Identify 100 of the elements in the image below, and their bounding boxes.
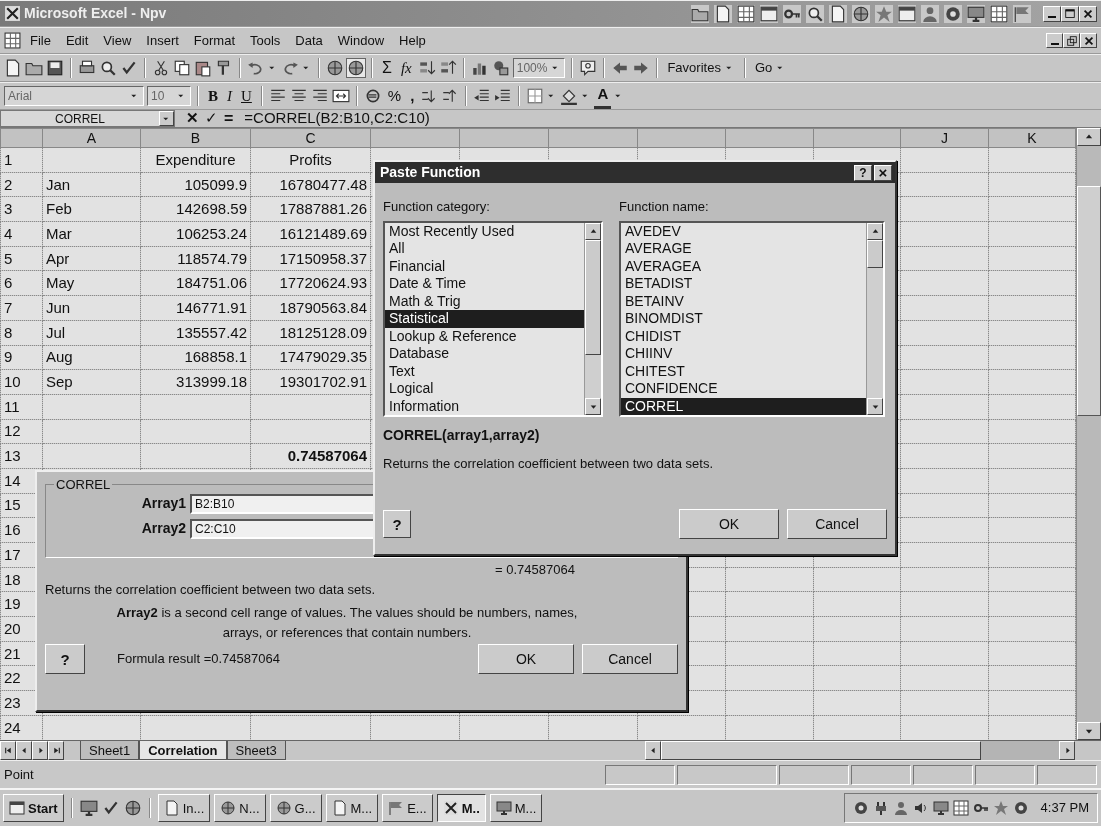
sort-descending-icon[interactable]	[438, 59, 457, 77]
scrollbar-thumb[interactable]	[867, 239, 883, 268]
window-icon[interactable]	[760, 4, 778, 23]
function-item[interactable]: CHITEST	[621, 362, 866, 380]
sort-ascending-icon[interactable]	[417, 59, 436, 77]
menu-item[interactable]: Tools	[244, 29, 287, 52]
disc-icon[interactable]	[1012, 800, 1029, 816]
new-document-icon[interactable]	[4, 59, 22, 77]
category-item[interactable]: Financial	[385, 257, 584, 275]
sum-button[interactable]: Σ	[379, 56, 395, 80]
function-item[interactable]: AVERAGEA	[621, 257, 866, 275]
taskbar-button[interactable]: M..	[436, 794, 486, 822]
italic-button[interactable]: I	[224, 84, 235, 108]
desktop-icon[interactable]	[79, 799, 98, 817]
scrollbar-thumb[interactable]	[661, 741, 981, 760]
grid-icon[interactable]	[990, 4, 1008, 23]
category-item[interactable]: Database	[385, 345, 584, 363]
next-sheet-button[interactable]	[32, 741, 48, 760]
last-sheet-button[interactable]	[48, 741, 64, 760]
document-icon[interactable]	[714, 4, 732, 23]
menu-item[interactable]: Insert	[140, 29, 185, 52]
row-header[interactable]: 6	[0, 270, 43, 296]
disc-icon[interactable]	[944, 4, 962, 23]
sheet-tab[interactable]: Sheet3	[226, 741, 286, 760]
function-item[interactable]: CHIINV	[621, 345, 866, 363]
help-button[interactable]: ?	[854, 164, 872, 181]
function-item[interactable]: CHIDIST	[621, 327, 866, 345]
favorites-menu[interactable]: Favorites	[664, 58, 738, 78]
horizontal-scrollbar[interactable]	[645, 741, 1075, 760]
close-button[interactable]	[1079, 5, 1097, 22]
go-menu[interactable]: Go	[751, 58, 790, 78]
magnifier-icon[interactable]	[806, 4, 824, 23]
menu-item[interactable]: View	[97, 29, 138, 52]
row-header[interactable]: 24	[0, 715, 43, 740]
scrollbar-thumb[interactable]	[585, 239, 601, 355]
scroll-left-button[interactable]	[645, 741, 661, 760]
function-button[interactable]: fx	[397, 56, 415, 80]
category-item[interactable]: Statistical	[385, 310, 584, 328]
speaker-icon[interactable]	[912, 800, 929, 816]
comma-button[interactable]: ,	[407, 84, 418, 108]
undo-icon[interactable]	[247, 59, 265, 77]
cancel-button[interactable]: Cancel	[787, 509, 887, 539]
flag-icon[interactable]	[1013, 4, 1031, 23]
clipboard-icon[interactable]	[194, 59, 212, 77]
workbook-icon[interactable]	[4, 32, 21, 49]
cancel-button[interactable]: Cancel	[582, 644, 678, 674]
function-item[interactable]: BINOMDIST	[621, 310, 866, 328]
redo-icon[interactable]	[281, 59, 299, 77]
category-item[interactable]: Lookup & Reference	[385, 327, 584, 345]
category-item[interactable]: Text	[385, 362, 584, 380]
borders-icon[interactable]	[526, 87, 545, 105]
column-header[interactable]: A	[42, 128, 141, 148]
category-item[interactable]: Math & Trig	[385, 292, 584, 310]
scrollbar-thumb[interactable]	[1077, 186, 1101, 416]
taskbar-button[interactable]: N...	[214, 794, 266, 822]
function-item[interactable]: BETADIST	[621, 275, 866, 293]
enter-button[interactable]: ✓	[202, 107, 221, 130]
person-icon[interactable]	[921, 4, 939, 23]
category-item[interactable]: Date & Time	[385, 275, 584, 293]
star-icon[interactable]	[875, 4, 893, 23]
globe-icon[interactable]	[326, 59, 344, 77]
globe-icon[interactable]	[852, 4, 870, 23]
column-header[interactable]: J	[900, 128, 989, 148]
equals-button[interactable]: =	[221, 106, 237, 131]
column-header[interactable]: B	[140, 128, 251, 148]
row-header[interactable]: 7	[0, 295, 43, 321]
taskbar-button[interactable]: E...	[382, 794, 433, 822]
scroll-down-button[interactable]	[585, 397, 601, 415]
fill-color-icon[interactable]	[560, 87, 579, 105]
row-header[interactable]: 8	[0, 320, 43, 345]
globe-icon[interactable]	[123, 799, 142, 817]
document-icon[interactable]	[829, 4, 847, 23]
restore-button[interactable]	[1063, 33, 1080, 48]
category-item[interactable]: Logical	[385, 380, 584, 398]
cancel-button[interactable]: ✕	[183, 107, 202, 130]
monitor-icon[interactable]	[967, 4, 985, 23]
first-sheet-button[interactable]	[0, 741, 16, 760]
percent-button[interactable]: %	[384, 84, 405, 108]
ok-button[interactable]: OK	[478, 644, 574, 674]
row-header[interactable]: 1	[0, 147, 43, 173]
grid-icon[interactable]	[952, 800, 969, 816]
ok-button[interactable]: OK	[679, 509, 779, 539]
spelling-check-icon[interactable]	[120, 59, 138, 77]
grid-icon[interactable]	[737, 4, 755, 23]
column-header[interactable]: C	[250, 128, 371, 148]
window-icon[interactable]	[898, 4, 916, 23]
menu-item[interactable]: Format	[187, 29, 241, 52]
folder-icon[interactable]	[691, 4, 709, 23]
star-icon[interactable]	[992, 800, 1009, 816]
row-header[interactable]: 4	[0, 221, 43, 247]
taskbar-button[interactable]: M...	[325, 794, 379, 822]
scrollbar[interactable]	[584, 222, 601, 415]
copy-icon[interactable]	[173, 59, 191, 77]
function-item[interactable]: CORREL	[621, 397, 866, 415]
key-icon[interactable]	[783, 4, 801, 23]
function-item[interactable]: AVERAGE	[621, 240, 866, 258]
font-dropdown[interactable]: Arial	[4, 86, 144, 106]
scroll-right-button[interactable]	[1059, 741, 1075, 760]
function-item[interactable]: AVEDEV	[621, 222, 866, 240]
person-icon[interactable]	[892, 800, 909, 816]
